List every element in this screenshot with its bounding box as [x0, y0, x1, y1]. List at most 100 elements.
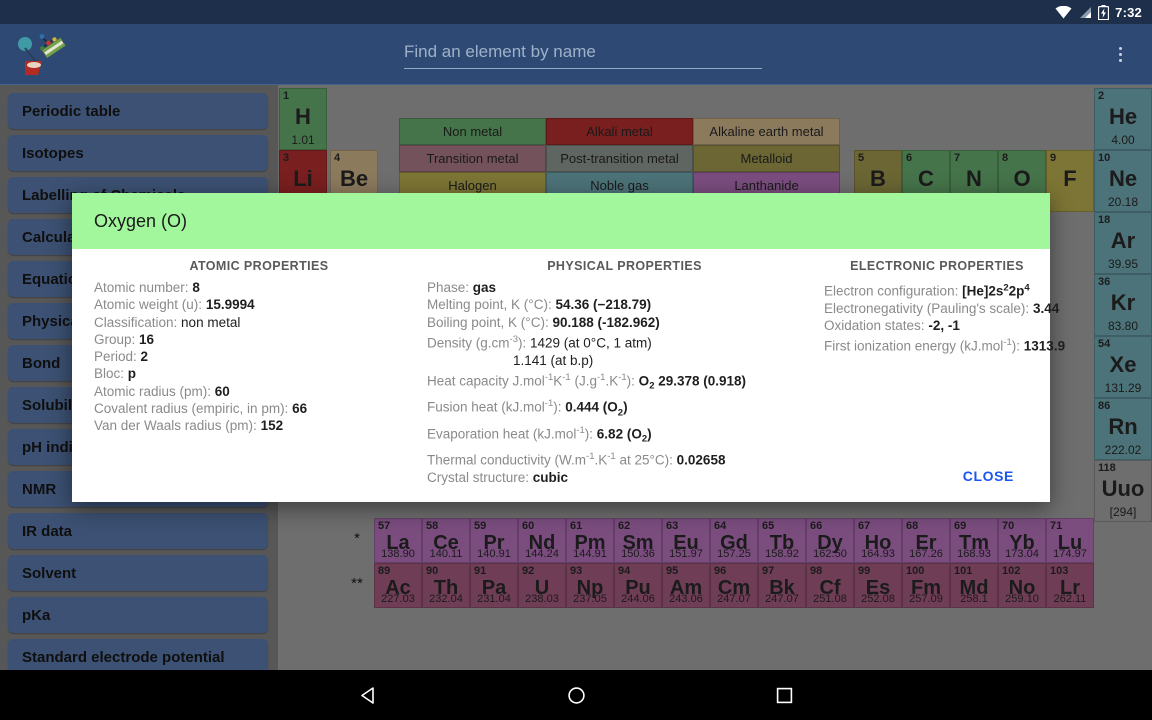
element-cell[interactable]: 63 Eu 151.97: [662, 518, 710, 563]
element-cell[interactable]: 64 Gd 157.25: [710, 518, 758, 563]
element-cell[interactable]: 18 Ar 39.95: [1094, 212, 1152, 274]
element-cell[interactable]: 54 Xe 131.29: [1094, 336, 1152, 398]
dialog-title: Oxygen (O): [72, 193, 1050, 249]
element-number: 67: [858, 520, 871, 532]
element-mass: 227.03: [381, 593, 415, 605]
element-symbol: C: [918, 166, 934, 191]
element-mass: 140.91: [477, 548, 511, 560]
element-number: 7: [954, 152, 961, 164]
prop-density-secondary: 1.141 (at b.p): [513, 352, 594, 368]
element-number: 71: [1050, 520, 1063, 532]
element-symbol: Be: [339, 166, 369, 191]
element-mass: 138.90: [381, 548, 415, 560]
element-cell[interactable]: 2 He 4.00: [1094, 88, 1152, 150]
element-cell[interactable]: 90 Th 232.04: [422, 563, 470, 608]
sidebar-item-periodic-table[interactable]: Periodic table: [8, 93, 268, 129]
element-mass: 173.04: [1005, 548, 1039, 560]
element-cell[interactable]: 68 Er 167.26: [902, 518, 950, 563]
legend-non-metal[interactable]: Non metal: [399, 118, 546, 145]
home-circle-icon[interactable]: [556, 675, 596, 715]
element-cell[interactable]: 36 Kr 83.80: [1094, 274, 1152, 336]
sidebar-item-pka[interactable]: pKa: [8, 597, 268, 633]
element-cell[interactable]: 86 Rn 222.02: [1094, 398, 1152, 460]
prop-value: non metal: [181, 314, 241, 330]
legend-post-transition-metal[interactable]: Post-transition metal: [546, 145, 693, 172]
element-number: 8: [1002, 152, 1009, 164]
element-cell[interactable]: 97 Bk 247.07: [758, 563, 806, 608]
element-number: 65: [762, 520, 775, 532]
prop-label: Atomic number:: [94, 280, 189, 295]
element-cell[interactable]: 10 Ne 20.18: [1094, 150, 1152, 212]
element-cell[interactable]: 9F: [1046, 150, 1094, 212]
element-cell[interactable]: 92 U 238.03: [518, 563, 566, 608]
element-cell[interactable]: 1 H 1.01: [279, 88, 327, 150]
element-symbol: Rn: [1108, 414, 1138, 439]
close-button[interactable]: CLOSE: [963, 468, 1014, 484]
element-number: 69: [954, 520, 967, 532]
element-number: 9: [1050, 152, 1057, 164]
element-cell[interactable]: 61 Pm 144.91: [566, 518, 614, 563]
element-number: 5: [858, 152, 865, 164]
element-cell[interactable]: 71 Lu 174.97: [1046, 518, 1094, 563]
sidebar-item-isotopes[interactable]: Isotopes: [8, 135, 268, 171]
element-cell[interactable]: 62 Sm 150.36: [614, 518, 662, 563]
element-cell[interactable]: 70 Yb 173.04: [998, 518, 1046, 563]
element-number: 2: [1098, 90, 1105, 102]
element-cell[interactable]: 59 Pr 140.91: [470, 518, 518, 563]
element-number: 3: [283, 152, 290, 164]
element-cell[interactable]: 118 Uuo [294]: [1094, 460, 1152, 522]
prop-label: Covalent radius (empiric, in pm):: [94, 401, 289, 417]
element-number: 89: [378, 565, 391, 577]
prop-label: Period:: [94, 349, 137, 365]
legend-label: Alkaline earth metal: [709, 124, 824, 139]
element-mass: 20.18: [1107, 195, 1139, 209]
sidebar-item-ir-data[interactable]: IR data: [8, 513, 268, 549]
prop-value: 152: [260, 418, 284, 434]
prop-evaporation-heat: Evaporation heat (kJ.mol-1): 6.82 (O2): [427, 424, 652, 446]
element-symbol: N: [966, 166, 982, 191]
element-mass: 247.07: [717, 593, 751, 605]
sidebar-item-label: Periodic table: [22, 102, 121, 120]
element-cell[interactable]: 60 Nd 144.24: [518, 518, 566, 563]
element-cell[interactable]: 94 Pu 244.06: [614, 563, 662, 608]
search-input[interactable]: [404, 39, 762, 69]
element-cell[interactable]: 58 Ce 140.11: [422, 518, 470, 563]
element-number: 96: [714, 565, 727, 577]
overflow-menu-icon[interactable]: [1096, 30, 1144, 78]
prop-boiling-point: Boiling point, K (°C): 90.188 (-182.962): [427, 314, 660, 330]
element-mass: 157.25: [717, 548, 751, 560]
element-symbol: Xe: [1109, 352, 1137, 377]
sidebar-item-solvent[interactable]: Solvent: [8, 555, 268, 591]
prop-classification: Classification: non metal: [94, 314, 424, 331]
legend-metalloid[interactable]: Metalloid: [693, 145, 840, 172]
element-cell[interactable]: 91 Pa 231.04: [470, 563, 518, 608]
element-cell[interactable]: 57 La 138.90: [374, 518, 422, 563]
element-cell[interactable]: 95 Am 243.06: [662, 563, 710, 608]
element-cell[interactable]: 96 Cm 247.07: [710, 563, 758, 608]
prop-value: 8: [192, 280, 200, 295]
element-cell[interactable]: 98 Cf 251.08: [806, 563, 854, 608]
element-cell[interactable]: 101 Md 258.1: [950, 563, 998, 608]
element-cell[interactable]: 93 Np 237.05: [566, 563, 614, 608]
element-number: 100: [906, 565, 925, 577]
element-cell[interactable]: 89 Ac 227.03: [374, 563, 422, 608]
element-cell[interactable]: 103 Lr 262.11: [1046, 563, 1094, 608]
element-mass: 251.08: [813, 593, 847, 605]
legend-transition-metal[interactable]: Transition metal: [399, 145, 546, 172]
element-cell[interactable]: 65 Tb 158.92: [758, 518, 806, 563]
element-cell[interactable]: 102 No 259.10: [998, 563, 1046, 608]
element-number: 94: [618, 565, 631, 577]
legend-label: Transition metal: [426, 151, 519, 166]
element-cell[interactable]: 69 Tm 168.93: [950, 518, 998, 563]
recents-square-icon[interactable]: [764, 675, 804, 715]
element-cell[interactable]: 99 Es 252.08: [854, 563, 902, 608]
legend-alkaline-earth-metal[interactable]: Alkaline earth metal: [693, 118, 840, 145]
element-number: 91: [474, 565, 487, 577]
element-cell[interactable]: 66 Dy 162.50: [806, 518, 854, 563]
element-mass: [294]: [1109, 505, 1137, 519]
element-symbol: Kr: [1110, 290, 1136, 315]
element-cell[interactable]: 67 Ho 164.93: [854, 518, 902, 563]
back-triangle-icon[interactable]: [348, 675, 388, 715]
element-cell[interactable]: 100 Fm 257.09: [902, 563, 950, 608]
legend-alkali-metal[interactable]: Alkali metal: [546, 118, 693, 145]
